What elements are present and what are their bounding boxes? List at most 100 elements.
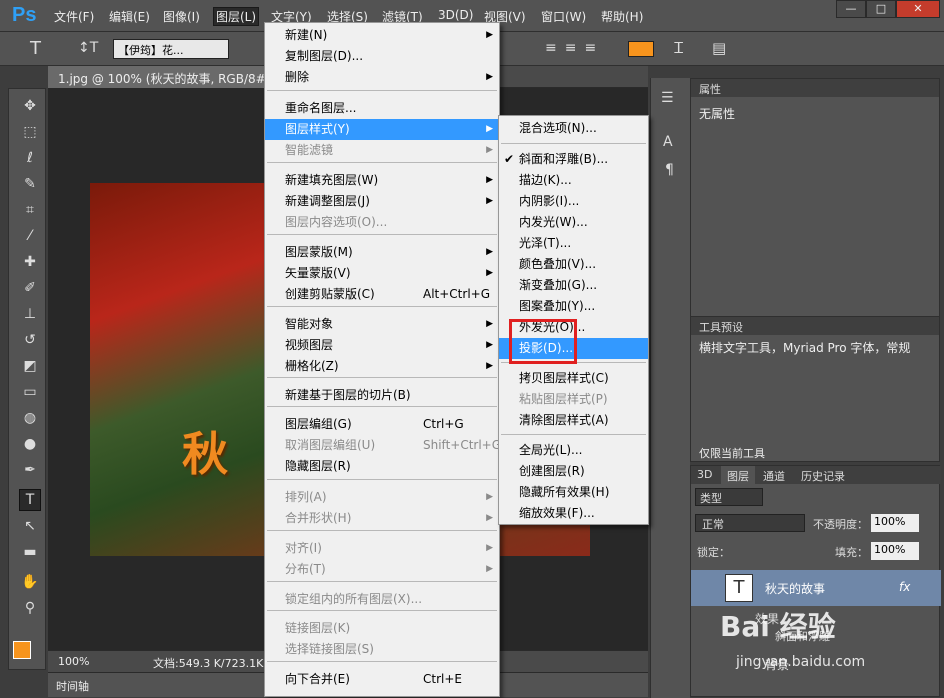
maximize-button[interactable]: □ — [866, 0, 896, 18]
gradient-tool-icon[interactable]: ▭ — [19, 381, 41, 403]
menu-separator — [267, 406, 497, 407]
submenu-arrow-icon: ▶ — [486, 268, 493, 278]
fill-input[interactable]: 100% — [871, 542, 919, 560]
menu-window[interactable]: 窗口(W) — [541, 8, 586, 25]
character-panel-icon[interactable]: ▤ — [712, 39, 726, 57]
current-tool-only-checkbox[interactable]: 仅限当前工具 — [699, 445, 765, 461]
history-brush-icon[interactable]: ↺ — [19, 329, 41, 351]
menu-help[interactable]: 帮助(H) — [601, 8, 643, 25]
history-panel-icon[interactable]: ☰ — [661, 90, 674, 106]
menu-edit[interactable]: 编辑(E) — [109, 8, 150, 25]
style-menu-item-label: 清除图层样式(A) — [519, 413, 609, 427]
marquee-tool-icon[interactable]: ⬚ — [19, 121, 41, 143]
fx-icon[interactable]: fx — [899, 580, 910, 594]
layer-menu-item[interactable]: 删除 ▶ — [265, 67, 499, 88]
text-tool-icon[interactable]: T — [19, 489, 41, 511]
canvas-text-layer: 秋 — [182, 427, 228, 481]
minimize-button[interactable]: — — [836, 0, 866, 18]
lasso-tool-icon[interactable]: ℓ — [19, 147, 41, 169]
menu-layer[interactable]: 图层(L) — [212, 7, 260, 26]
style-menu-item[interactable]: 清除图层样式(A) — [499, 410, 648, 431]
eraser-tool-icon[interactable]: ◩ — [19, 355, 41, 377]
tab-channels[interactable]: 通道 — [763, 468, 785, 484]
style-menu-item-label: 隐藏所有效果(H) — [519, 485, 610, 499]
layer-kind-filter[interactable]: 类型 — [695, 488, 763, 506]
opacity-input[interactable]: 100% — [871, 514, 919, 532]
menu-image[interactable]: 图像(I) — [163, 8, 200, 25]
style-menu-item[interactable]: 创建图层(R) — [499, 461, 648, 482]
layer-menu-item[interactable]: 隐藏图层(R) — [265, 456, 499, 477]
style-menu-item-label: 混合选项(N)... — [519, 121, 597, 135]
layer-menu-item[interactable]: 智能对象 ▶ — [265, 314, 499, 335]
layer-menu-item[interactable]: 栅格化(Z) ▶ — [265, 356, 499, 377]
hand-tool-icon[interactable]: ✋ — [19, 571, 41, 593]
tab-3d[interactable]: 3D — [697, 468, 712, 481]
layer-menu-item[interactable]: 新建基于图层的切片(B) — [265, 385, 499, 406]
tool-presets-tab[interactable]: 工具预设 — [691, 317, 939, 335]
tool-preset-item[interactable]: 横排文字工具，Myriad Pro 字体，常规 — [699, 339, 931, 356]
style-menu-item[interactable]: 内阴影(I)... — [499, 191, 648, 212]
align-buttons-icon[interactable]: ≡≡≡ — [545, 40, 615, 58]
dodge-tool-icon[interactable]: ● — [19, 433, 41, 455]
blur-tool-icon[interactable]: ◍ — [19, 407, 41, 429]
layer-name-text[interactable]: 秋天的故事 — [765, 580, 825, 597]
timeline-label[interactable]: 时间轴 — [56, 678, 89, 694]
style-menu-item[interactable]: 颜色叠加(V)... — [499, 254, 648, 275]
font-family-select[interactable]: 【伊筠】花... — [113, 39, 229, 59]
menu-file[interactable]: 文件(F) — [54, 8, 94, 25]
layer-menu-item[interactable]: 创建剪贴蒙版(C) Alt+Ctrl+G — [265, 284, 499, 305]
style-menu-item[interactable]: 缩放效果(F)... — [499, 503, 648, 524]
brush-tool-icon[interactable]: ✐ — [19, 277, 41, 299]
layer-menu-item[interactable]: 新建(N) ▶ — [265, 25, 499, 46]
style-menu-item[interactable]: 描边(K)... — [499, 170, 648, 191]
zoom-level[interactable]: 100% — [58, 655, 89, 668]
style-menu-item[interactable]: 隐藏所有效果(H) — [499, 482, 648, 503]
paragraph-icon[interactable]: ¶ — [665, 162, 674, 178]
blend-mode-select[interactable]: 正常 — [695, 514, 805, 532]
properties-tab[interactable]: 属性 — [691, 79, 939, 97]
layer-menu-item[interactable]: 向下合并(E) Ctrl+E — [265, 669, 499, 690]
submenu-arrow-icon: ▶ — [486, 145, 493, 155]
layer-menu-item-label: 向下合并(E) — [285, 672, 350, 686]
lock-label: 锁定： — [697, 546, 730, 559]
style-menu-item[interactable]: 混合选项(N)... — [499, 118, 648, 139]
toggle-orientation-icon[interactable]: ↕T — [78, 40, 98, 56]
menu-3d[interactable]: 3D(D) — [438, 8, 473, 22]
move-tool-icon[interactable]: ✥ — [19, 95, 41, 117]
tab-history[interactable]: 历史记录 — [801, 468, 845, 484]
type-tool-icon[interactable]: T — [30, 38, 41, 59]
style-menu-item[interactable]: 内发光(W)... — [499, 212, 648, 233]
path-select-icon[interactable]: ↖ — [19, 515, 41, 537]
close-button[interactable]: ✕ — [896, 0, 940, 18]
quick-select-icon[interactable]: ✎ — [19, 173, 41, 195]
layer-menu-item[interactable]: 重命名图层... — [265, 98, 499, 119]
foreground-color-swatch[interactable] — [13, 641, 31, 659]
stamp-tool-icon[interactable]: ⊥ — [19, 303, 41, 325]
layer-menu-item[interactable]: 图层蒙版(M) ▶ — [265, 242, 499, 263]
eyedropper-icon[interactable]: ⁄ — [19, 225, 41, 247]
style-menu-item[interactable]: 图案叠加(Y)... — [499, 296, 648, 317]
layer-menu-item[interactable]: 图层样式(Y) ▶ — [265, 119, 499, 140]
zoom-tool-icon[interactable]: ⚲ — [19, 597, 41, 619]
shape-tool-icon[interactable]: ▬ — [19, 541, 41, 563]
layer-menu-item[interactable]: 新建填充图层(W) ▶ — [265, 170, 499, 191]
layer-menu-item[interactable]: 复制图层(D)... — [265, 46, 499, 67]
crop-tool-icon[interactable]: ⌗ — [19, 199, 41, 221]
style-menu-item[interactable]: 渐变叠加(G)... — [499, 275, 648, 296]
submenu-arrow-icon: ▶ — [486, 247, 493, 257]
layer-menu-item[interactable]: 图层编组(G) Ctrl+G — [265, 414, 499, 435]
tab-layers[interactable]: 图层 — [721, 466, 755, 486]
style-menu-item[interactable]: 全局光(L)... — [499, 440, 648, 461]
layer-menu-item[interactable]: 视频图层 ▶ — [265, 335, 499, 356]
warp-text-icon[interactable]: Ꮖ — [674, 39, 684, 57]
healing-brush-icon[interactable]: ✚ — [19, 251, 41, 273]
style-menu-item[interactable]: 斜面和浮雕(B)... ✔ — [499, 149, 648, 170]
style-menu-item[interactable]: 拷贝图层样式(C) — [499, 368, 648, 389]
character-icon[interactable]: A — [663, 134, 673, 150]
font-color-swatch[interactable] — [628, 41, 654, 57]
layer-menu-item[interactable]: 矢量蒙版(V) ▶ — [265, 263, 499, 284]
submenu-arrow-icon: ▶ — [486, 361, 493, 371]
pen-tool-icon[interactable]: ✒ — [19, 459, 41, 481]
style-menu-item[interactable]: 光泽(T)... — [499, 233, 648, 254]
layer-menu-item[interactable]: 新建调整图层(J) ▶ — [265, 191, 499, 212]
